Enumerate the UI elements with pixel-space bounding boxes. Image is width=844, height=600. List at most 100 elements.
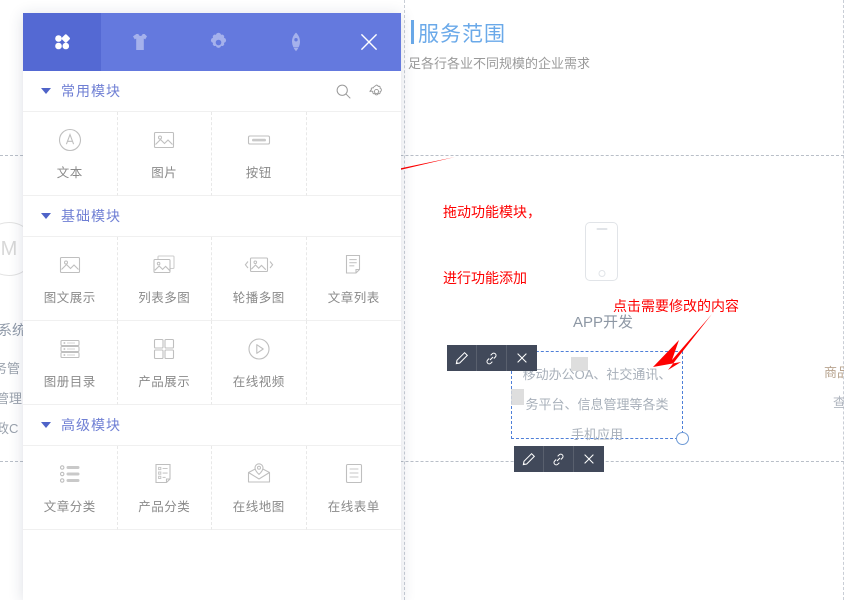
ghost-text-service: 务管 bbox=[0, 361, 21, 376]
module-item-label: 文章列表 bbox=[327, 290, 380, 305]
section-title: 高级模块 bbox=[61, 417, 121, 433]
delete-button[interactable] bbox=[507, 345, 537, 371]
album-catalog-icon bbox=[57, 336, 83, 362]
module-item-label: 列表多图 bbox=[138, 290, 191, 305]
edit-button[interactable] bbox=[514, 446, 544, 472]
article-category-icon bbox=[57, 461, 83, 487]
ghost-avatar-letter: M bbox=[0, 237, 18, 260]
text-icon bbox=[57, 127, 83, 153]
module-item-label: 产品展示 bbox=[138, 374, 191, 389]
module-item-label: 图文展示 bbox=[43, 290, 96, 305]
phone-home-button bbox=[598, 270, 605, 277]
module-toolbar-top bbox=[447, 345, 537, 371]
delete-button[interactable] bbox=[574, 446, 604, 472]
page-title-accent-bar bbox=[411, 20, 414, 44]
module-grid-advanced: 文章分类 产品分类 在线地图 在线表单 bbox=[23, 446, 401, 530]
drag-annotation-text: 拖动功能模块， 进行功能添加 bbox=[443, 157, 541, 333]
panel-body: 常用模块 文本 图片 按钮 基础模块 图文展示 列表多图 轮播多图 文章列表 图… bbox=[23, 71, 401, 600]
module-item-carousel[interactable]: 轮播多图 bbox=[212, 237, 307, 321]
module-item-image-text[interactable]: 图文展示 bbox=[23, 237, 118, 321]
module-item-label: 在线地图 bbox=[232, 499, 285, 514]
link-button[interactable] bbox=[477, 345, 507, 371]
page-subtitle: 足各行各业不同规模的企业需求 bbox=[408, 56, 591, 71]
phone-module[interactable] bbox=[585, 222, 619, 282]
form-icon bbox=[341, 461, 367, 487]
tab-modules[interactable] bbox=[23, 13, 101, 71]
tab-settings[interactable] bbox=[179, 13, 257, 71]
ghost-text-manage: 管理 bbox=[0, 391, 23, 406]
module-item-multi-image-list[interactable]: 列表多图 bbox=[117, 237, 212, 321]
resize-handle[interactable] bbox=[676, 432, 689, 445]
chevron-down-icon bbox=[41, 213, 51, 219]
close-panel-button[interactable] bbox=[337, 13, 401, 71]
image-icon bbox=[151, 127, 177, 153]
gear-icon[interactable] bbox=[368, 83, 385, 100]
module-item-online-video[interactable]: 在线视频 bbox=[212, 321, 307, 405]
module-item-online-form[interactable]: 在线表单 bbox=[306, 446, 401, 530]
carousel-icon bbox=[244, 252, 274, 278]
phone-icon bbox=[585, 222, 618, 281]
module-item-button[interactable]: 按钮 bbox=[212, 112, 307, 196]
edit-button[interactable] bbox=[447, 345, 477, 371]
gear-icon bbox=[210, 32, 226, 48]
tab-publish[interactable] bbox=[257, 13, 335, 71]
article-list-icon bbox=[341, 252, 367, 278]
click-annotation-text: 点击需要修改的内容 bbox=[613, 298, 739, 314]
section-title: 基础模块 bbox=[61, 208, 121, 224]
map-icon bbox=[245, 461, 273, 487]
chevron-down-icon bbox=[41, 422, 51, 428]
section-header-advanced[interactable]: 高级模块 bbox=[23, 405, 401, 446]
module-item-product-display[interactable]: 产品展示 bbox=[117, 321, 212, 405]
selected-text-line-2: 务平台、信息管理等各类 bbox=[525, 397, 669, 412]
page-title: 服务范围 bbox=[418, 23, 506, 46]
tab-styles[interactable] bbox=[101, 13, 179, 71]
module-item-article-category[interactable]: 文章分类 bbox=[23, 446, 118, 530]
drag-handle-top[interactable] bbox=[571, 357, 588, 371]
layout-guide-vertical bbox=[404, 0, 405, 600]
module-item-image[interactable]: 图片 bbox=[117, 112, 212, 196]
module-item-label: 图册目录 bbox=[43, 374, 96, 389]
module-item-label: 在线视频 bbox=[232, 374, 285, 389]
module-grid-common: 文本 图片 按钮 bbox=[23, 112, 401, 196]
module-item-label: 文本 bbox=[56, 165, 83, 180]
video-icon bbox=[246, 336, 272, 362]
rocket-icon bbox=[292, 32, 300, 52]
drag-annotation-line-2: 进行功能添加 bbox=[443, 270, 527, 286]
module-item-article-list[interactable]: 文章列表 bbox=[306, 237, 401, 321]
section-header-common[interactable]: 常用模块 bbox=[23, 71, 401, 112]
ghost-text-gov: 政C bbox=[0, 421, 19, 436]
phone-speaker bbox=[596, 228, 607, 230]
panel-header-toolbar bbox=[23, 13, 401, 71]
section-header-basic[interactable]: 基础模块 bbox=[23, 196, 401, 237]
module-item-online-map[interactable]: 在线地图 bbox=[212, 446, 307, 530]
module-item-product-category[interactable]: 产品分类 bbox=[117, 446, 212, 530]
module-item-album-catalog[interactable]: 图册目录 bbox=[23, 321, 118, 405]
section-actions bbox=[335, 83, 385, 100]
product-category-icon bbox=[151, 461, 177, 487]
shirt-icon bbox=[133, 34, 147, 50]
module-grid-basic: 图文展示 列表多图 轮播多图 文章列表 图册目录 产品展示 在线视频 bbox=[23, 237, 401, 405]
close-icon bbox=[360, 33, 378, 51]
search-icon[interactable] bbox=[335, 83, 352, 100]
link-button[interactable] bbox=[544, 446, 574, 472]
module-item-label: 产品分类 bbox=[138, 499, 191, 514]
module-item-label: 轮播多图 bbox=[232, 290, 285, 305]
module-item-text[interactable]: 文本 bbox=[23, 112, 118, 196]
module-item-label: 按钮 bbox=[245, 165, 272, 180]
section-title: 常用模块 bbox=[61, 83, 121, 99]
module-library-panel: 常用模块 文本 图片 按钮 基础模块 图文展示 列表多图 轮播多图 文章列表 图… bbox=[23, 13, 401, 600]
chevron-down-icon bbox=[41, 88, 51, 94]
module-item-label: 文章分类 bbox=[43, 499, 96, 514]
product-grid-icon bbox=[151, 336, 177, 362]
ghost-text-query: 查 bbox=[832, 395, 844, 410]
click-annotation-arrow bbox=[653, 314, 712, 370]
drag-handle-left[interactable] bbox=[511, 389, 524, 405]
module-item-label: 在线表单 bbox=[327, 499, 380, 514]
module-toolbar-bottom bbox=[514, 446, 604, 472]
drag-annotation-line-1: 拖动功能模块， bbox=[443, 204, 541, 220]
module-item-label: 图片 bbox=[151, 165, 178, 180]
multi-image-icon bbox=[151, 252, 177, 278]
grid-icon bbox=[55, 34, 70, 50]
button-icon bbox=[246, 127, 272, 153]
module-item-empty bbox=[306, 112, 401, 196]
